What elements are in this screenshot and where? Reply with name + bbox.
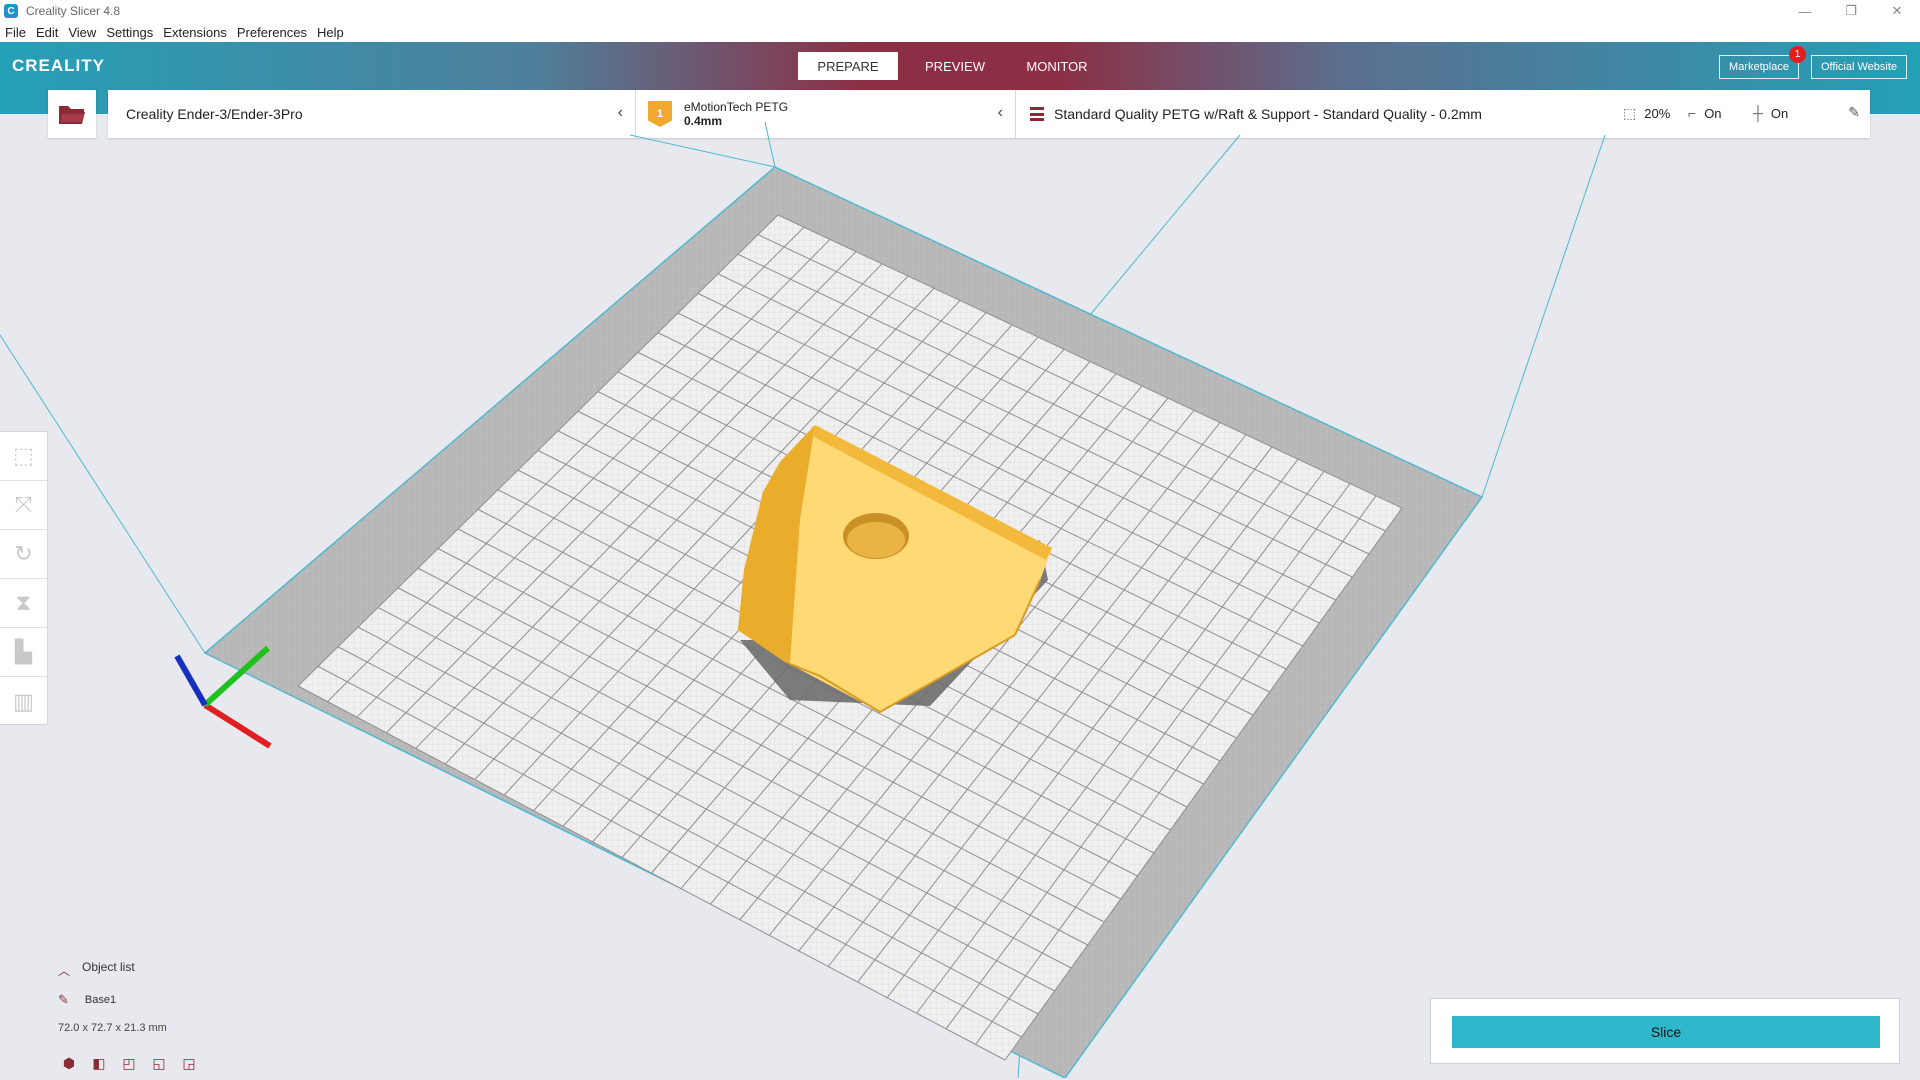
volume-edge [764,121,776,168]
view-right-icon[interactable]: ◲ [178,1054,200,1072]
maximize-button[interactable]: ❐ [1828,0,1874,22]
object-dimensions: 72.0 x 72.7 x 21.3 mm [58,1022,167,1034]
view-left-icon[interactable]: ◱ [148,1054,170,1072]
view-3d-icon[interactable]: ⬢ [58,1054,80,1072]
move-tool[interactable]: ⬚ [0,432,47,481]
creality-logo: CREALITY [12,56,105,75]
support-blocker-tool[interactable]: ▥ [0,677,47,726]
scale-icon: ⤧ [14,492,33,517]
rotate-icon: ↻ [14,541,33,566]
x-axis [203,702,272,749]
app-logo-icon: C [4,4,18,18]
marketplace-button[interactable]: Marketplace [1719,55,1799,79]
camera-view-buttons: ⬢ ◧ ◰ ◱ ◲ [58,1054,258,1072]
object-row[interactable]: ✎ Base1 [58,992,258,1008]
menu-preferences[interactable]: Preferences [236,25,308,40]
edit-pencil-icon: ✎ [58,992,69,1007]
volume-edge [1481,134,1606,498]
volume-edge [629,134,776,168]
rotate-tool[interactable]: ↻ [0,530,47,579]
z-axis [174,654,208,707]
support-blocker-icon: ▥ [13,688,34,714]
title-bar: C Creality Slicer 4.8 — ❐ ✕ [0,0,1920,22]
minimize-button[interactable]: — [1782,0,1828,22]
menu-view[interactable]: View [67,25,97,40]
tab-monitor[interactable]: MONITOR [1012,52,1102,80]
per-model-settings-icon: ▙ [15,639,32,664]
menu-edit[interactable]: Edit [35,25,59,40]
3d-viewport[interactable] [0,114,1920,1078]
slice-panel: Slice [1430,998,1900,1064]
menu-settings[interactable]: Settings [105,25,154,40]
close-button[interactable]: ✕ [1874,0,1920,22]
chevron-up-icon: ︿ [58,964,71,978]
object-list-title: Object list [82,960,135,974]
slice-button[interactable]: Slice [1452,1016,1880,1048]
scale-tool[interactable]: ⤧ [0,481,47,530]
material-name: eMotionTech PETG [684,100,789,114]
object-list-toggle[interactable]: ︿ Object list [58,960,258,978]
stage-tabs: PREPARE PREVIEW MONITOR [798,52,1114,80]
tab-prepare[interactable]: PREPARE [798,52,898,80]
volume-edge [1064,134,1241,346]
marketplace-badge: 1 [1789,46,1806,63]
left-toolbar: ⬚ ⤧ ↻ ⧗ ▙ ▥ [0,431,48,725]
per-model-settings-tool[interactable]: ▙ [0,628,47,677]
menu-help[interactable]: Help [316,25,345,40]
move-icon: ⬚ [13,443,34,468]
window-controls: — ❐ ✕ [1782,0,1920,22]
tab-preview[interactable]: PREVIEW [910,52,1000,80]
view-front-icon[interactable]: ◧ [88,1054,110,1072]
mirror-tool[interactable]: ⧗ [0,579,47,628]
object-list-panel: ︿ Object list ✎ Base1 72.0 x 72.7 x 21.3… [58,960,258,1072]
build-plate-scene [0,121,1606,1078]
official-website-button[interactable]: Official Website [1811,55,1907,79]
mirror-icon: ⧗ [15,590,32,615]
window-title: Creality Slicer 4.8 [26,4,121,18]
menu-bar: File Edit View Settings Extensions Prefe… [0,22,1920,42]
object-name: Base1 [84,994,117,1006]
view-top-icon[interactable]: ◰ [118,1054,140,1072]
menu-file[interactable]: File [4,25,27,40]
menu-extensions[interactable]: Extensions [162,25,228,40]
